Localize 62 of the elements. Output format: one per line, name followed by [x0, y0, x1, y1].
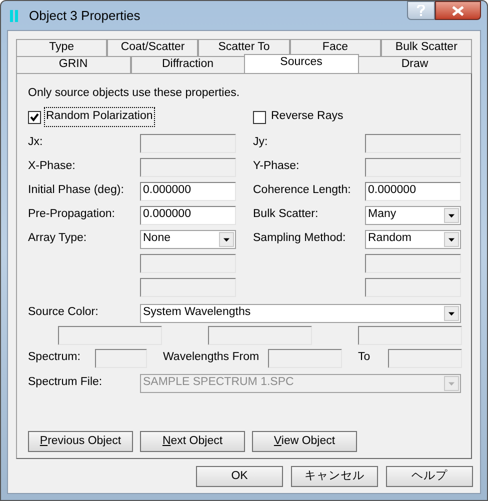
checkbox[interactable]: [28, 110, 41, 124]
field-label: Y-Phase:: [253, 160, 300, 172]
tab[interactable]: Diffraction: [130, 56, 245, 73]
tab[interactable]: Face: [290, 39, 381, 56]
caret-icon: [444, 376, 459, 390]
dropdown[interactable]: Many: [365, 206, 461, 224]
input-field[interactable]: 0.000000: [365, 182, 461, 200]
close-icon: [452, 6, 464, 16]
field-value: 0.000000: [368, 183, 416, 198]
close-button[interactable]: [435, 1, 481, 20]
field-label: To: [358, 350, 372, 366]
push-button[interactable]: Next Object: [140, 431, 245, 452]
field-label: Coherence Length:: [253, 184, 351, 196]
field-label: Pre-Propagation:: [28, 208, 115, 220]
dropdown-value: Random: [368, 231, 412, 246]
tab[interactable]: Bulk Scatter: [380, 39, 472, 56]
field-label: Source Color:: [28, 305, 100, 320]
checkbox-label: Reverse Rays: [270, 109, 344, 124]
checkbox-label: Random Polarization: [45, 108, 154, 126]
tab[interactable]: Draw: [358, 56, 472, 73]
push-button[interactable]: OK: [196, 466, 283, 487]
push-button[interactable]: Previous Object: [28, 431, 133, 452]
push-button[interactable]: キャンセル: [291, 466, 378, 487]
field-label: Jy:: [253, 136, 268, 148]
field-label: Spectrum:: [28, 350, 82, 366]
caret-icon: [444, 232, 459, 246]
dropdown[interactable]: Random: [365, 230, 461, 248]
tab[interactable]: Sources: [244, 54, 358, 73]
help-button[interactable]: [407, 1, 435, 20]
field-label: Sampling Method:: [253, 232, 346, 244]
field-label: Spectrum File:: [28, 375, 104, 390]
field-label: X-Phase:: [28, 160, 76, 172]
dropdown-value: SAMPLE SPECTRUM 1.SPC: [143, 375, 294, 390]
caret-icon: [444, 208, 459, 222]
note-text: Only source objects use these properties.: [28, 86, 241, 101]
dropdown[interactable]: None: [140, 230, 236, 248]
tab[interactable]: GRIN: [16, 56, 130, 73]
push-button[interactable]: ヘルプ: [386, 466, 473, 487]
field-value: 0.000000: [143, 207, 191, 222]
tab[interactable]: Type: [16, 39, 108, 56]
tab[interactable]: Scatter To: [198, 39, 290, 56]
field-label: Array Type:: [28, 232, 87, 244]
dropdown-value: System Wavelengths: [143, 305, 251, 320]
field-value: 0.000000: [143, 183, 191, 198]
dropdown[interactable]: System Wavelengths: [140, 304, 461, 322]
field-label: Initial Phase (deg):: [28, 184, 124, 196]
dropdown-value: Many: [368, 207, 396, 222]
checkmark-icon: [30, 112, 39, 122]
window-title: Object 3 Properties: [29, 6, 140, 25]
push-button[interactable]: View Object: [252, 431, 357, 452]
app-icon: [9, 8, 19, 24]
input-field[interactable]: 0.000000: [140, 206, 236, 224]
input-field[interactable]: 0.000000: [140, 182, 236, 200]
caret-icon: [219, 232, 234, 246]
caret-icon: [444, 306, 459, 320]
checkbox[interactable]: [253, 110, 266, 124]
tab[interactable]: Coat/Scatter: [107, 39, 198, 56]
help-icon: [417, 5, 425, 16]
field-label: Jx:: [28, 136, 43, 148]
field-label: Bulk Scatter:: [253, 208, 318, 220]
field-label: Wavelengths From: [163, 350, 260, 366]
dropdown-value: None: [143, 231, 170, 246]
